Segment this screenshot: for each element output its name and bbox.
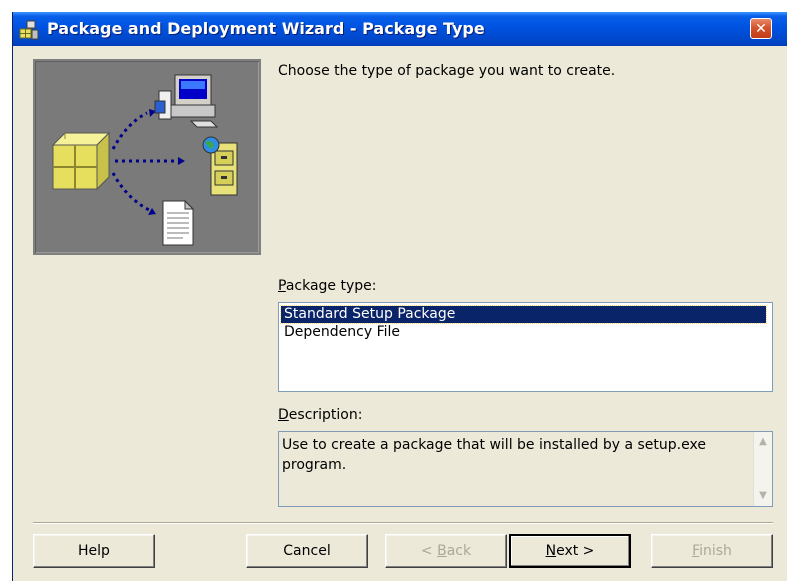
package-type-label: Package type: — [278, 278, 377, 294]
description-text: Use to create a package that will be ins… — [282, 437, 706, 473]
title-bar[interactable]: Package and Deployment Wizard - Package … — [13, 12, 787, 46]
package-box-icon — [51, 131, 111, 191]
close-icon: ✕ — [755, 21, 767, 37]
description-scrollbar[interactable]: ▲ ▼ — [753, 432, 772, 506]
close-button[interactable]: ✕ — [750, 18, 772, 39]
description-label: Description: — [278, 407, 363, 423]
cancel-button[interactable]: Cancel — [246, 534, 368, 568]
next-button[interactable]: Next > — [509, 534, 631, 568]
finish-button[interactable]: Finish — [651, 534, 773, 568]
document-icon — [162, 199, 195, 246]
list-item-standard-setup-package[interactable]: Standard Setup Package — [280, 305, 767, 324]
scroll-up-icon[interactable]: ▲ — [755, 434, 771, 450]
description-box[interactable]: Use to create a package that will be ins… — [278, 431, 773, 507]
banner-illustration — [51, 74, 238, 246]
wizard-window: Package and Deployment Wizard - Package … — [12, 12, 787, 581]
back-button[interactable]: < Back — [385, 534, 507, 568]
scroll-down-icon[interactable]: ▼ — [755, 488, 771, 504]
list-item-dependency-file[interactable]: Dependency File — [281, 324, 400, 341]
package-type-list[interactable]: Standard Setup Package Dependency File — [278, 302, 773, 392]
file-cabinet-icon — [202, 136, 238, 196]
help-button[interactable]: Help — [33, 534, 155, 568]
button-divider — [33, 522, 773, 524]
wizard-banner-image — [33, 59, 261, 255]
dotted-arrows — [111, 111, 181, 213]
computer-icon — [154, 74, 219, 128]
instruction-text: Choose the type of package you want to c… — [278, 63, 616, 79]
package-wizard-icon — [19, 20, 39, 40]
window-title: Package and Deployment Wizard - Package … — [47, 19, 485, 38]
